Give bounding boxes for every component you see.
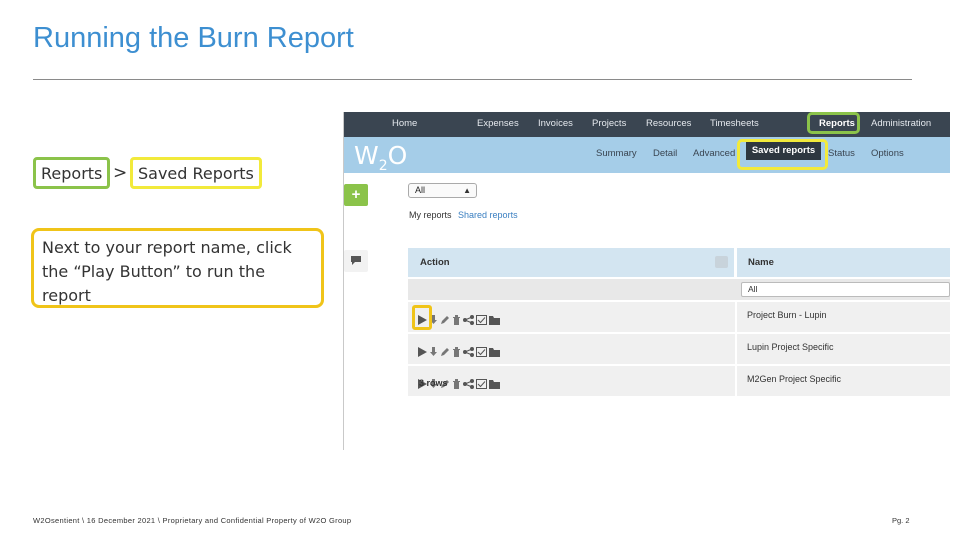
share-icon[interactable] <box>463 312 474 330</box>
delete-icon[interactable] <box>452 344 461 362</box>
lock-icon <box>715 256 728 268</box>
nav-resources[interactable]: Resources <box>646 118 691 129</box>
folder-icon[interactable] <box>489 312 500 330</box>
nav-expenses[interactable]: Expenses <box>477 118 519 129</box>
share-icon[interactable] <box>463 376 474 394</box>
subnav-detail[interactable]: Detail <box>653 148 677 159</box>
table-row: M2Gen Project Specific <box>408 366 950 396</box>
tab-my-reports[interactable]: My reports <box>409 210 452 220</box>
page-number: Pg. 2 <box>892 516 910 525</box>
report-name[interactable]: M2Gen Project Specific <box>747 374 841 384</box>
folder-icon[interactable] <box>489 344 500 362</box>
row-actions <box>418 344 500 362</box>
nav-timesheets[interactable]: Timesheets <box>710 118 759 129</box>
schedule-icon[interactable] <box>476 344 487 362</box>
delete-icon[interactable] <box>452 312 461 330</box>
brand-bar: W2O Summary Detail Advanced Saved report… <box>344 137 950 174</box>
download-icon[interactable] <box>429 344 438 362</box>
instruction-note: Next to your report name, click the “Pla… <box>31 228 324 308</box>
add-button[interactable]: + <box>344 184 368 206</box>
subnav-summary[interactable]: Summary <box>596 148 637 159</box>
nav-projects[interactable]: Projects <box>592 118 626 129</box>
report-filter-select[interactable]: All ▲ <box>408 183 477 198</box>
nav-home[interactable]: Home <box>392 118 417 129</box>
tab-shared-reports[interactable]: Shared reports <box>458 210 518 220</box>
edit-icon[interactable] <box>440 344 450 362</box>
report-name[interactable]: Project Burn - Lupin <box>747 310 827 320</box>
name-filter-input[interactable]: All <box>741 282 950 297</box>
footer-copyright: W2Osentient \ 16 December 2021 \ Proprie… <box>33 516 352 525</box>
app-screenshot: Home Expenses Invoices Projects Resource… <box>344 112 950 452</box>
breadcrumb-saved-reports: Saved Reports <box>130 157 262 189</box>
schedule-icon[interactable] <box>476 376 487 394</box>
w2o-logo: W2O <box>354 141 408 174</box>
saved-reports-highlight <box>737 139 828 170</box>
edit-icon[interactable] <box>440 312 450 330</box>
schedule-icon[interactable] <box>476 312 487 330</box>
breadcrumb-separator: > <box>113 163 128 183</box>
slide-title: Running the Burn Report <box>33 22 354 54</box>
subnav-status[interactable]: Status <box>828 148 855 159</box>
breadcrumb-reports: Reports <box>33 157 111 189</box>
table-filter-row: All <box>408 279 950 300</box>
delete-icon[interactable] <box>452 376 461 394</box>
column-action: Action <box>408 248 734 277</box>
column-name[interactable]: Name <box>737 248 950 277</box>
share-icon[interactable] <box>463 344 474 362</box>
report-name[interactable]: Lupin Project Specific <box>747 342 834 352</box>
subnav-options[interactable]: Options <box>871 148 904 159</box>
play-icon[interactable] <box>418 344 427 362</box>
breadcrumb-saved-label: Saved Reports <box>138 163 254 183</box>
table-row: Project Burn - Lupin <box>408 302 950 332</box>
title-divider <box>33 79 912 80</box>
table-row: Lupin Project Specific <box>408 334 950 364</box>
row-count: 3 rows <box>419 378 448 388</box>
comment-icon <box>351 256 361 265</box>
play-button-highlight <box>412 305 432 330</box>
breadcrumb-reports-label: Reports <box>41 163 103 183</box>
nav-invoices[interactable]: Invoices <box>538 118 573 129</box>
nav-administration[interactable]: Administration <box>871 118 931 129</box>
folder-icon[interactable] <box>489 376 500 394</box>
comment-button[interactable] <box>344 250 368 272</box>
reports-highlight <box>807 112 860 134</box>
subnav-advanced[interactable]: Advanced <box>693 148 735 159</box>
report-tabs: My reports Shared reports <box>409 210 518 220</box>
select-arrows-icon: ▲ <box>463 186 471 195</box>
